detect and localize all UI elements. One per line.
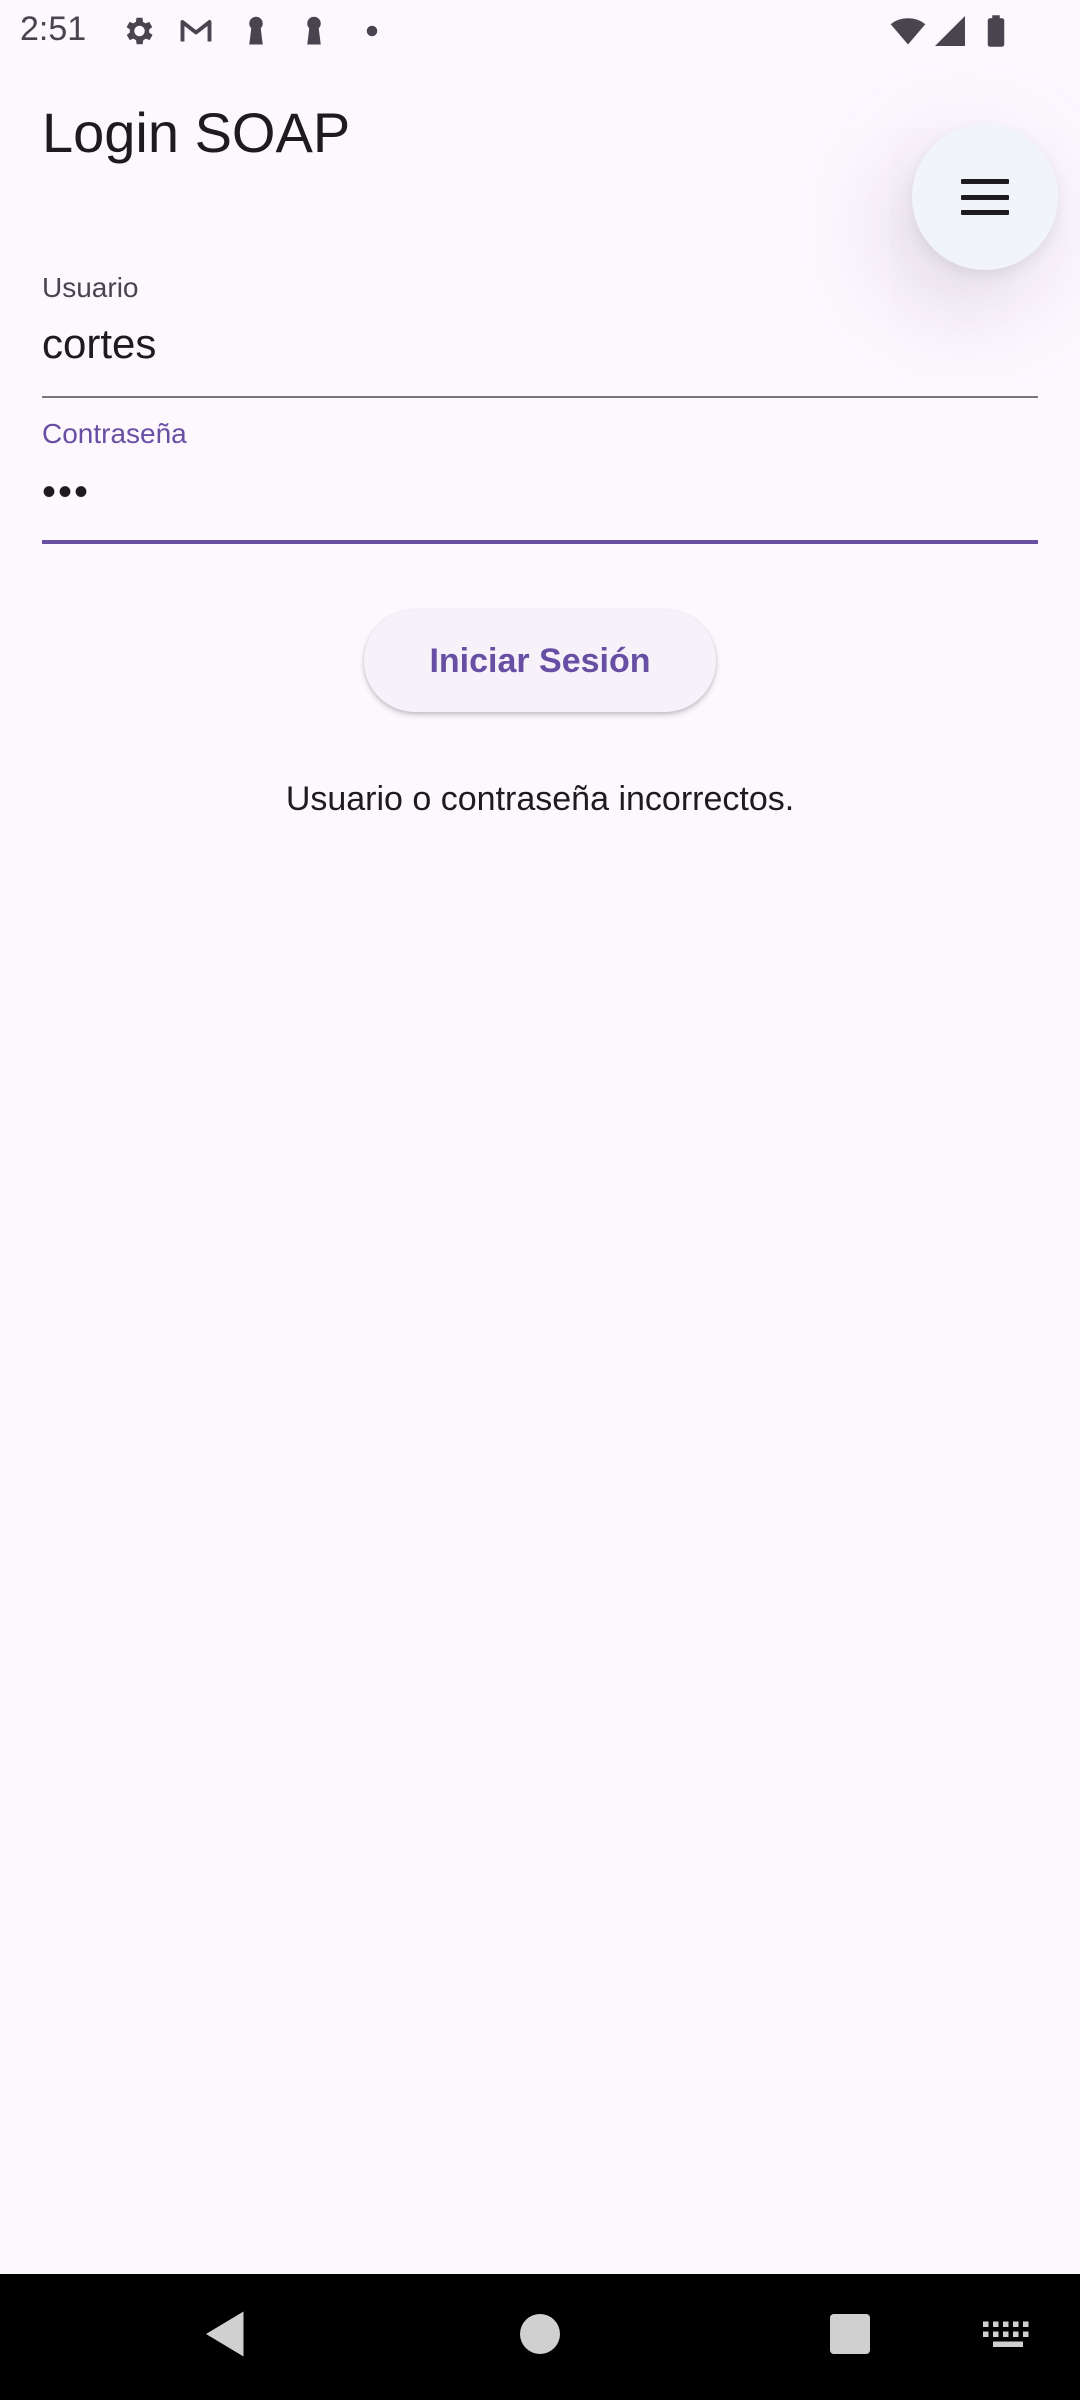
- gmail-icon: [178, 13, 214, 49]
- username-underline: [42, 396, 1038, 398]
- keyhole-icon: [296, 13, 332, 49]
- menu-button[interactable]: [912, 124, 1058, 270]
- username-field[interactable]: Usuario cortes: [42, 270, 1038, 400]
- back-icon[interactable]: [196, 2304, 256, 2364]
- password-label: Contraseña: [42, 418, 187, 449]
- password-underline: [42, 540, 1038, 544]
- signal-icon: [932, 13, 968, 49]
- status-bar: 2:51: [0, 0, 1080, 62]
- dot-icon: [354, 13, 390, 49]
- password-input[interactable]: •••: [42, 470, 90, 515]
- error-message: Usuario o contraseña incorrectos.: [285, 780, 795, 818]
- status-time: 2:51: [20, 10, 87, 48]
- menu-icon: [961, 179, 1009, 215]
- keyboard-icon[interactable]: [978, 2304, 1038, 2364]
- page-title: Login SOAP: [42, 101, 351, 164]
- username-label: Usuario: [42, 272, 139, 303]
- home-icon[interactable]: [510, 2304, 570, 2364]
- login-button[interactable]: Iniciar Sesión: [364, 610, 716, 712]
- wifi-icon: [890, 13, 926, 49]
- keyhole-icon: [238, 13, 274, 49]
- recents-icon[interactable]: [820, 2304, 880, 2364]
- password-field[interactable]: Contraseña •••: [42, 418, 1038, 546]
- battery-icon: [978, 13, 1014, 49]
- navigation-bar: [0, 2274, 1080, 2400]
- settings-icon: [120, 13, 156, 49]
- username-input[interactable]: cortes: [42, 320, 156, 368]
